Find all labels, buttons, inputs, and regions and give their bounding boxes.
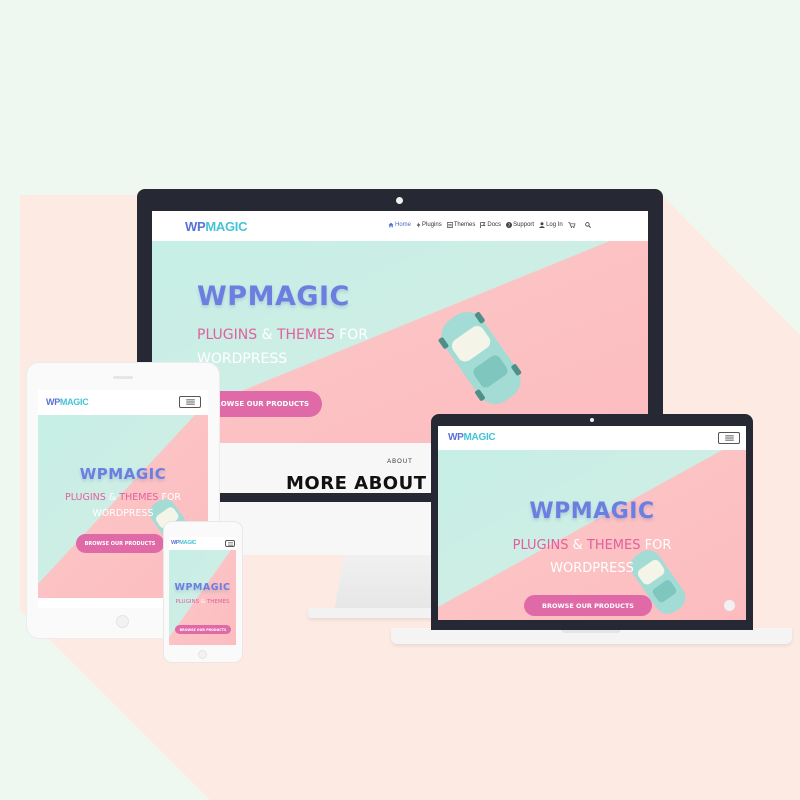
desktop-navbar: WPMAGIC Home Plugins Themes Docs ? Suppo…	[152, 211, 648, 241]
search-icon[interactable]	[584, 222, 591, 228]
desktop-hero: WPMAGIC PLUGINS & THEMES FOR WORDPRESS B…	[152, 241, 648, 443]
tablet-menu-toggle[interactable]	[179, 396, 201, 408]
tablet-logo[interactable]: WPMAGIC	[46, 397, 89, 407]
phone-hero-title: WPMAGIC	[174, 582, 231, 593]
nav-item-docs[interactable]: Docs	[480, 222, 501, 228]
desktop-logo[interactable]: WPMAGIC	[185, 219, 247, 234]
tablet-home-button[interactable]	[116, 615, 129, 628]
monitor-camera	[396, 197, 403, 204]
list-icon	[446, 222, 453, 228]
hero-title: WPMAGIC	[197, 281, 350, 312]
nav-item-login[interactable]: Log In	[539, 222, 563, 228]
subtitle-plugins: PLUGINS	[197, 327, 258, 343]
laptop-hero-subtitle-line1: PLUGINS & THEMES FOR	[512, 538, 672, 553]
hamburger-icon	[185, 399, 195, 405]
phone-home-button[interactable]	[198, 650, 207, 659]
phone-navbar: WPMAGIC	[169, 537, 236, 550]
desktop-nav-links: Home Plugins Themes Docs ? Support Log I…	[388, 222, 591, 228]
browse-products-label: BROWSE OUR PRODUCTS	[209, 400, 310, 408]
tablet-speaker	[113, 376, 133, 379]
scroll-top-icon[interactable]	[724, 600, 735, 611]
subtitle-amp: &	[261, 327, 273, 343]
phone-screen: WPMAGIC PLUGINS & THEMES BROWSE OUR PROD…	[169, 537, 236, 645]
laptop-hero: WPMAGIC PLUGINS & THEMES FOR WORDPRESS B…	[438, 450, 746, 620]
laptop-screen: WPMAGIC PLUGINS & THEMES FOR WORDPRESS B…	[438, 426, 746, 620]
phone-hero-subtitle: PLUGINS & THEMES	[175, 599, 230, 605]
tablet-hero-subtitle-line2: WORDPRESS	[92, 508, 154, 519]
hamburger-icon	[724, 435, 734, 441]
svg-text:?: ?	[508, 223, 510, 228]
car-image	[438, 312, 522, 404]
about-heading: MORE ABOUT W	[286, 473, 454, 493]
phone-browse-products-button[interactable]: BROWSE OUR PRODUCTS	[175, 625, 231, 634]
user-icon	[539, 222, 545, 228]
hamburger-icon	[227, 542, 233, 545]
nav-item-support[interactable]: ? Support	[506, 222, 534, 228]
tablet-hero-subtitle-line1: PLUGINS & THEMES FOR	[64, 492, 182, 503]
subtitle-for: FOR	[339, 327, 368, 343]
tablet-browse-products-button[interactable]: BROWSE OUR PRODUCTS	[76, 534, 164, 553]
laptop-logo[interactable]: WPMAGIC	[448, 432, 496, 443]
phone-menu-toggle[interactable]	[225, 540, 235, 547]
tablet-navbar: WPMAGIC	[38, 390, 208, 415]
hero-subtitle-line1: PLUGINS & THEMES FOR	[197, 327, 368, 343]
laptop-menu-toggle[interactable]	[718, 432, 740, 444]
nav-item-themes[interactable]: Themes	[446, 222, 475, 228]
laptop-navbar: WPMAGIC	[438, 426, 746, 450]
question-icon: ?	[506, 222, 513, 228]
nav-item-plugins[interactable]: Plugins	[416, 222, 442, 228]
flag-icon	[480, 222, 487, 228]
home-icon	[388, 222, 394, 228]
laptop-hero-title: WPMAGIC	[529, 499, 655, 524]
laptop-hero-subtitle-line2: WORDPRESS	[550, 561, 634, 576]
laptop-browse-products-button[interactable]: BROWSE OUR PRODUCTS	[524, 595, 652, 616]
subtitle-themes: THEMES	[276, 327, 335, 343]
cart-icon[interactable]	[568, 222, 576, 228]
tablet-hero-title: WPMAGIC	[79, 465, 167, 483]
nav-item-home[interactable]: Home	[388, 222, 411, 228]
bolt-icon	[416, 222, 421, 228]
laptop-camera	[590, 418, 594, 422]
phone-hero: WPMAGIC PLUGINS & THEMES BROWSE OUR PROD…	[169, 550, 236, 645]
phone-logo[interactable]: WPMAGIC	[171, 540, 196, 546]
